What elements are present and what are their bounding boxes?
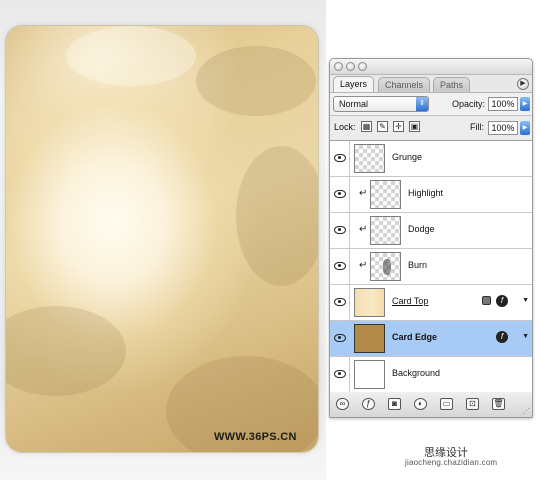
layer-name[interactable]: Burn [408,260,427,270]
eye-icon [334,190,346,198]
clipping-arrow-icon: ↵ [359,260,368,271]
layer-row-card-edge[interactable]: Card Edge f ▼ [330,321,532,357]
visibility-toggle[interactable] [330,249,350,284]
eye-icon [334,226,346,234]
lock-label: Lock: [334,122,356,132]
grunge-highlight [66,26,196,86]
opacity-slider-button[interactable]: ▶ [520,97,530,111]
eye-icon [334,262,346,270]
layer-name[interactable]: Dodge [408,224,435,234]
layer-name[interactable]: Background [392,368,440,378]
layer-list: Grunge ↵ Highlight ↵ Dodge ↵ Burn Card T… [330,141,532,393]
panel-tabs: Layers Channels Paths [330,76,532,92]
resize-grip-icon[interactable]: ⋰ [523,407,530,415]
chevron-updown-icon: ⇕ [416,97,428,111]
expand-effects-icon[interactable]: ▼ [522,333,529,340]
layer-name[interactable]: Card Top [392,296,428,306]
panel-titlebar[interactable] [330,59,532,75]
blend-options-row: Normal ⇕ Opacity: 100% ▶ [330,92,532,116]
eye-icon [334,298,346,306]
fill-field[interactable]: 100% [488,121,518,135]
lock-transparency-icon[interactable]: ▦ [361,121,372,132]
layer-thumbnail [370,216,401,245]
layer-row-dodge[interactable]: ↵ Dodge [330,213,532,249]
layer-thumbnail [354,288,385,317]
lock-icon [482,296,491,305]
eye-icon [334,154,346,162]
zoom-window-button[interactable] [358,62,367,71]
layer-name[interactable]: Grunge [392,152,422,162]
site-url-watermark: jiaocheng.chazidian.com [405,458,498,467]
eye-icon [334,334,346,342]
tab-layers[interactable]: Layers [333,76,375,92]
layer-thumbnail [370,180,401,209]
clipping-arrow-icon: ↵ [359,224,368,235]
clipping-arrow-icon: ↵ [359,188,368,199]
layer-thumbnail [354,144,385,173]
visibility-toggle[interactable] [330,285,350,320]
add-mask-icon[interactable]: ◙ [388,398,401,410]
lock-all-icon[interactable]: ▣ [409,121,420,132]
layer-thumbnail [354,360,385,389]
fill-label: Fill: [470,122,484,132]
layer-name[interactable]: Card Edge [392,332,437,342]
layer-row-burn[interactable]: ↵ Burn [330,249,532,285]
tab-paths[interactable]: Paths [433,77,471,92]
layer-thumbnail [354,324,385,353]
eye-icon [334,370,346,378]
layer-row-highlight[interactable]: ↵ Highlight [330,177,532,213]
tab-channels[interactable]: Channels [378,77,431,92]
fill-slider-button[interactable]: ▶ [520,121,530,135]
visibility-toggle[interactable] [330,321,350,356]
opacity-label: Opacity: [452,99,486,109]
new-layer-icon[interactable]: ⊡ [466,398,479,410]
layer-row-card-top[interactable]: Card Top f ▼ [330,285,532,321]
canvas-watermark: WWW.36PS.CN [214,431,297,443]
lock-row: Lock: ▦ ✎ ✛ ▣ Fill: 100% ▶ [330,116,532,141]
layer-effects-icon[interactable]: f [496,295,508,307]
layer-row-grunge[interactable]: Grunge [330,141,532,177]
visibility-toggle[interactable] [330,177,350,212]
link-layers-icon[interactable]: ∞ [336,398,349,410]
panel-bottom-toolbar: ∞ ƒ ◙ ◐ ▭ ⊡ 🗑 ⋰ [330,392,532,417]
layer-thumbnail [370,252,401,281]
visibility-toggle[interactable] [330,213,350,248]
layer-name[interactable]: Highlight [408,188,443,198]
grunge-texture [236,146,318,286]
lock-image-icon[interactable]: ✎ [377,121,388,132]
add-layer-style-icon[interactable]: ƒ [362,398,375,410]
blend-mode-value: Normal [339,99,369,109]
visibility-toggle[interactable] [330,141,350,176]
close-window-button[interactable] [334,62,343,71]
grunge-texture [6,306,126,396]
minimize-window-button[interactable] [346,62,355,71]
adjustment-layer-icon[interactable]: ◐ [414,398,427,410]
card-artwork [6,26,318,452]
layer-row-background[interactable]: Background [330,357,532,393]
lock-position-icon[interactable]: ✛ [393,121,404,132]
blend-mode-select[interactable]: Normal ⇕ [333,96,429,112]
trash-icon[interactable]: 🗑 [492,398,505,410]
grunge-texture [196,46,316,116]
expand-effects-icon[interactable]: ▼ [522,297,529,304]
panel-menu-button[interactable]: ▶ [517,78,529,90]
layer-effects-icon[interactable]: f [496,331,508,343]
new-group-icon[interactable]: ▭ [440,398,453,410]
visibility-toggle[interactable] [330,357,350,392]
opacity-field[interactable]: 100% [488,97,518,111]
layers-panel: Layers Channels Paths ▶ Normal ⇕ Opacity… [329,58,533,418]
